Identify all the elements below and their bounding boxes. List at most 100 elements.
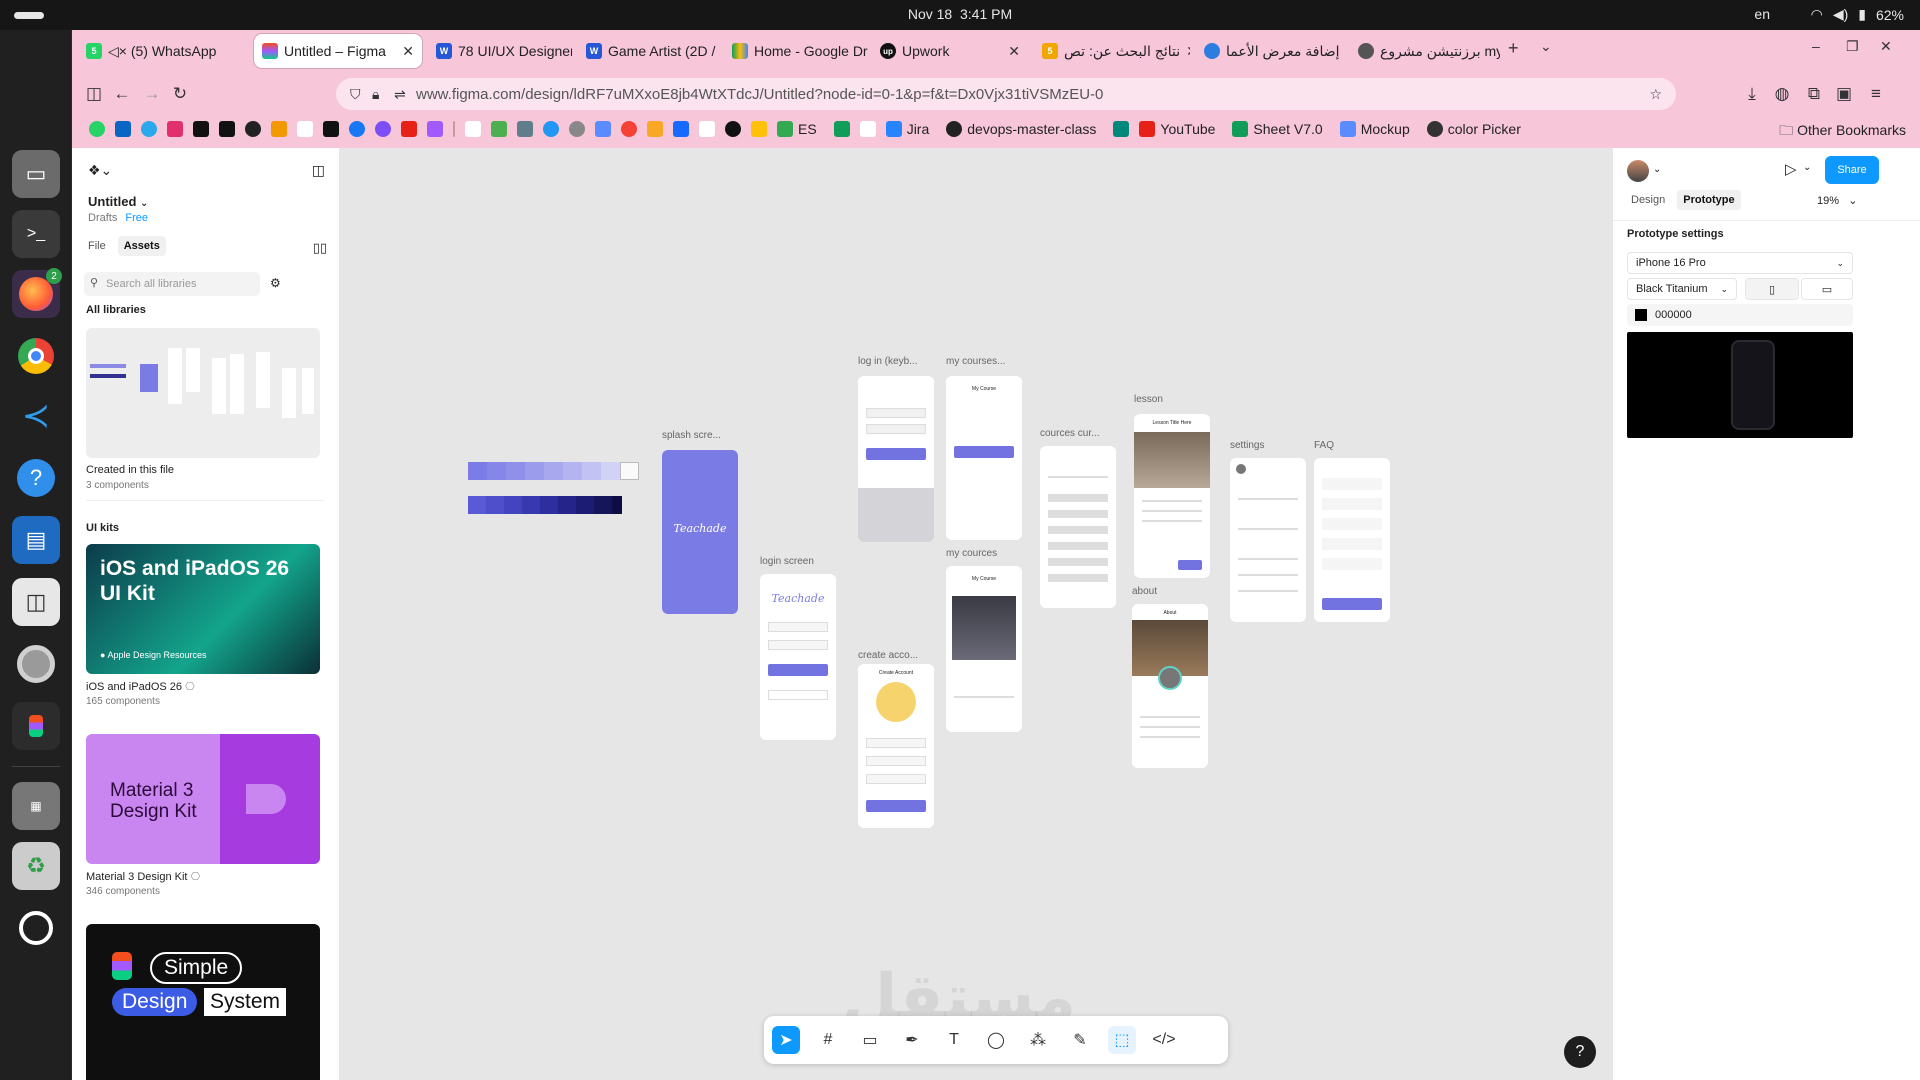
bookmark-doc-icon[interactable] [699,121,715,137]
tab-job1[interactable]: W78 UI/UX Designer✕ [428,34,572,68]
bookmark-sheets-icon[interactable] [833,121,850,137]
frame-login-keyboard[interactable] [858,376,934,542]
bookmark-sheet[interactable]: Sheet V7.0 [1227,121,1323,137]
bookmark-c-icon[interactable] [349,121,365,137]
bookmark-dribbble-icon[interactable] [621,121,637,137]
frame-label-settings[interactable]: settings [1230,440,1264,451]
pen-tool-icon[interactable]: ✒ [898,1026,926,1054]
frame-label-create-account[interactable]: create acco... [858,650,918,661]
frame-faq[interactable] [1314,458,1390,622]
frame-my-courses-empty[interactable]: My Course [946,376,1022,540]
plan-badge[interactable]: Free [125,212,148,224]
portrait-toggle[interactable]: ▯ [1745,278,1799,300]
frame-my-courses[interactable]: My Course [946,566,1022,732]
frame-login[interactable]: Teachade [760,574,836,740]
tab-job2[interactable]: WGame Artist (2D / 3✕ [578,34,718,68]
bookmark-instagram-icon[interactable] [167,121,183,137]
present-play-icon[interactable]: ▷ [1785,160,1797,178]
bg-hex-value[interactable]: 000000 [1655,309,1692,321]
menu-icon[interactable]: ≡ [1864,82,1888,106]
bookmark-upwork-icon[interactable] [725,121,741,137]
bookmark-behance-icon[interactable] [673,121,689,137]
frame-label-faq[interactable]: FAQ [1314,440,1334,451]
file-title[interactable]: Untitled ⌄ [88,194,148,209]
tab-upwork[interactable]: up Upwork ✕ [872,34,1028,68]
url-text[interactable]: www.figma.com/design/ldRF7uMXxoE8jb4WtXT… [416,86,1103,103]
bookmark-youtube-icon[interactable] [401,121,417,137]
tab-presentation[interactable]: برزنتيشن مشروع my✕ [1350,34,1500,68]
material-kit-card[interactable]: Material 3 Design Kit [86,734,320,864]
device-select[interactable]: iPhone 16 Pro ⌄ [1627,252,1853,274]
extension-badge-icon[interactable]: ▣ [1832,82,1856,106]
close-icon[interactable]: ✕ [1180,43,1190,60]
tab-prototype[interactable]: Prototype [1677,190,1741,210]
shield-icon[interactable]: ⛉ [350,86,361,103]
minimize-icon[interactable]: – [1812,38,1820,54]
chevron-down-icon[interactable]: ⌄ [1653,164,1661,175]
panel-toggle-icon[interactable]: ◫ [312,162,325,179]
figma-menu-icon[interactable]: ❖⌄ [88,162,112,179]
frame-label-login[interactable]: login screen [760,556,814,567]
close-icon[interactable]: ✕ [1002,43,1020,60]
rectangle-tool-icon[interactable]: ▭ [856,1026,884,1054]
bookmark-color-picker[interactable]: color Picker [1422,121,1521,137]
bookmark-github-icon[interactable] [245,121,261,137]
frame-create-account[interactable]: Create Account [858,664,934,828]
move-tool-icon[interactable]: ➤ [772,1026,800,1054]
frame-label-course-curriculum[interactable]: cources cur... [1040,428,1099,439]
user-avatar[interactable] [1627,160,1649,182]
bookmark-code-icon[interactable] [297,121,313,137]
help-button[interactable]: ? [1564,1036,1596,1068]
window-close-icon[interactable]: ✕ [1880,38,1892,55]
chrome-icon[interactable] [12,332,60,380]
design-mode-icon[interactable]: ⬚ [1108,1026,1136,1054]
bookmark-medium-icon[interactable] [219,121,235,137]
tab-file[interactable]: File [82,236,112,256]
draw-mode-icon[interactable]: ✎ [1066,1026,1094,1054]
files-app-icon[interactable]: ▭ [12,150,60,198]
tab-portfolio[interactable]: إضافة معرض الأعما [1196,34,1344,68]
tab-search-results[interactable]: 5 نتائج البحث عن: تص✕ [1034,34,1190,68]
vscode-icon[interactable]: ≺ [12,392,60,440]
dev-mode-icon[interactable]: </> [1150,1026,1178,1054]
frame-label-my-courses-2[interactable]: my cources [946,548,997,559]
extensions-icon[interactable]: ⧉ [1802,82,1826,106]
show-apps-icon[interactable] [12,904,60,952]
text-tool-icon[interactable]: T [940,1026,968,1054]
frame-course-curriculum[interactable] [1040,446,1116,608]
bookmark-youtube[interactable]: YouTube [1134,121,1215,137]
firefox-icon[interactable]: 2 [12,268,62,318]
bookmark-olx-icon[interactable] [465,121,481,137]
clock[interactable]: Nov 18 3:41 PM [0,6,1920,22]
system-tray[interactable]: ◠ ◀) ▮ 62% [1811,6,1904,23]
bookmark-info-icon[interactable] [375,121,391,137]
frame-splash[interactable]: Teachade [662,450,738,614]
figma-app-icon[interactable] [12,702,60,750]
frame-lesson[interactable]: Lesson Title Here [1134,414,1210,578]
input-language[interactable]: en [1754,6,1770,22]
bookmark-translate-icon[interactable] [595,121,611,137]
tab-whatsapp[interactable]: 5 ◁× (5) WhatsApp [78,34,248,68]
other-bookmarks[interactable]: 🗀︎ Other Bookmarks [1779,120,1906,144]
frame-label-splash[interactable]: splash scre... [662,430,721,441]
bookmark-mockup[interactable]: Mockup [1335,121,1410,137]
tab-list-chevron-down-icon[interactable]: ⌄ [1540,38,1552,55]
bookmark-ae-icon[interactable] [859,121,876,137]
zoom-level[interactable]: 19% ⌄ [1817,194,1857,207]
help-app-icon[interactable]: ? [12,454,60,502]
forward-icon[interactable]: → [140,82,164,106]
bookmark-image-icon[interactable] [517,121,533,137]
bookmark-jira[interactable]: Jira [881,121,929,137]
document-viewer-icon[interactable]: ◫ [12,578,60,626]
color-palette-light[interactable] [468,462,639,480]
bookmark-m-icon[interactable] [751,121,767,137]
terminal-icon[interactable]: >_ [12,210,60,258]
library-book-icon[interactable]: ▯▯ [313,240,327,256]
permissions-icon[interactable]: ⇌ [394,86,406,103]
frame-label-login-keyboard[interactable]: log in (keyb... [858,356,917,367]
bookmark-location-icon[interactable] [543,121,559,137]
bookmark-f-icon[interactable] [1113,121,1130,137]
bookmark-telegram-icon[interactable] [141,121,157,137]
device-model-select[interactable]: Black Titanium ⌄ [1627,278,1737,300]
share-button[interactable]: Share [1825,156,1879,184]
